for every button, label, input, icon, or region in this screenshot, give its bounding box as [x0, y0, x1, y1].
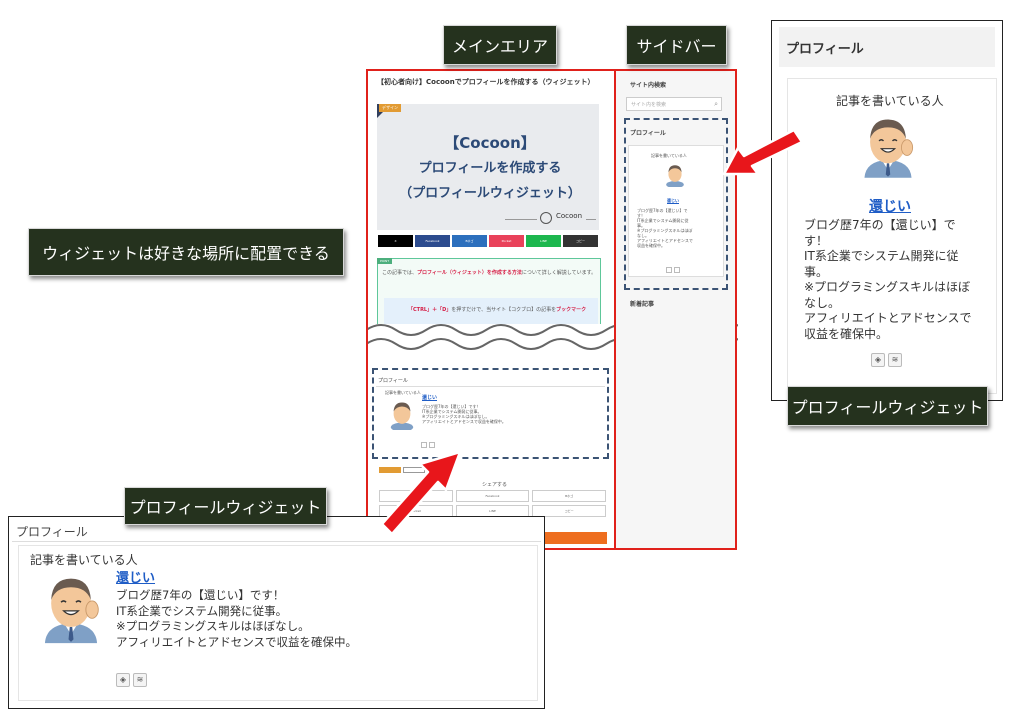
left-profile-avatar-icon [44, 578, 99, 644]
right-bio-line: 収益を確保中。 [804, 326, 889, 341]
sidebar-label: サイドバー [626, 25, 727, 65]
right-bio-line: IT系企業でシステム開発に従 [804, 249, 959, 263]
arrow-to-main-widget-icon [380, 450, 462, 536]
right-rss-icon[interactable]: ≋ [888, 353, 902, 367]
right-profile-bio: ブログ歴7年の【還じい】で す！ IT系企業でシステム開発に従 事。 ※プログラ… [804, 218, 980, 342]
left-bio-line: アフィリエイトとアドセンスで収益を確保中。 [116, 634, 358, 649]
right-bio-line: す！ [804, 233, 829, 248]
left-bio-line: IT系企業でシステム開発に従事。 [116, 603, 288, 618]
left-feedly-icon[interactable]: ◈ [116, 673, 130, 687]
left-profile-widget-label: プロフィールウィジェット [124, 487, 327, 525]
right-bio-line: ブログ歴7年の【還じい】で [804, 218, 956, 232]
right-profile-heading: プロフィール [786, 42, 864, 57]
widget-placement-label: ウィジェットは好きな場所に配置できる [28, 228, 344, 276]
left-bio-line: ※プログラミングスキルはほぼなし。 [116, 619, 310, 633]
right-profile-widget-label: プロフィールウィジェット [787, 386, 988, 426]
left-profile-bio: ブログ歴7年の【還じい】です！ IT系企業でシステム開発に従事。 ※プログラミン… [116, 588, 357, 650]
main-area-label: メインエリア [443, 25, 557, 65]
right-bio-line: なし。 [804, 295, 841, 310]
left-rss-icon[interactable]: ≋ [133, 673, 147, 687]
left-profile-heading: プロフィール [16, 525, 88, 539]
right-bio-line: ※プログラミングスキルはほぼ [804, 280, 971, 294]
arrow-to-sidebar-widget-icon [722, 128, 804, 176]
right-bio-line: アフィリエイトとアドセンスで [804, 311, 972, 325]
left-profile-name-link[interactable]: 還じい [116, 567, 155, 586]
right-profile-name-link[interactable]: 還じい [869, 196, 911, 216]
left-bio-line: ブログ歴7年の【還じい】です！ [116, 588, 285, 602]
right-profile-avatar-icon [864, 119, 914, 178]
right-feedly-icon[interactable]: ◈ [871, 353, 885, 367]
right-profile-intro: 記事を書いている人 [836, 94, 944, 108]
left-profile-intro: 記事を書いている人 [30, 553, 138, 567]
right-bio-line: 事。 [804, 264, 829, 279]
